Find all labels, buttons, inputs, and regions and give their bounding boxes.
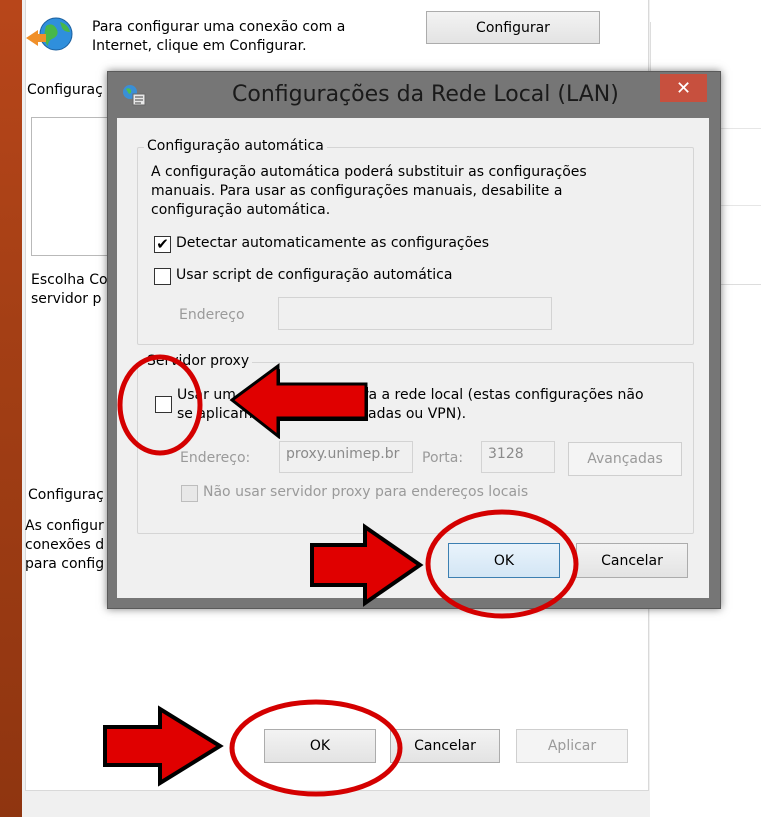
lan-section-label: Configuraç	[28, 487, 104, 503]
auto-config-group-label: Configuração automática	[144, 138, 327, 154]
dialog-ok-button[interactable]: OK	[448, 543, 560, 578]
auto-config-description: manuais. Para usar as configurações manu…	[151, 183, 563, 199]
detect-settings-label: Detectar automaticamente as configuraçõe…	[176, 235, 490, 251]
use-proxy-checkbox[interactable]	[155, 396, 172, 413]
dialog-body: Configuração automática A configuração a…	[117, 118, 709, 598]
choose-text: servidor p	[31, 291, 102, 307]
dialog-title: Configurações da Rede Local (LAN)	[232, 82, 619, 107]
intro-text: Internet, clique em Configurar.	[92, 38, 307, 54]
auto-config-script-checkbox[interactable]	[154, 268, 171, 285]
close-button[interactable]: ✕	[660, 74, 707, 102]
proxy-address-input: proxy.unimep.br	[279, 441, 413, 473]
dialog-titlebar[interactable]: Configurações da Rede Local (LAN) ✕	[108, 72, 720, 118]
bypass-local-label: Não usar servidor proxy para endereços l…	[203, 484, 529, 500]
ok-button[interactable]: OK	[264, 729, 376, 763]
detect-settings-checkbox[interactable]: ✔	[154, 236, 171, 253]
lan-text: As configur	[25, 518, 104, 534]
lan-settings-dialog: Configurações da Rede Local (LAN) ✕ Conf…	[107, 71, 721, 609]
cancel-button[interactable]: Cancelar	[390, 729, 500, 763]
bypass-local-checkbox	[181, 485, 198, 502]
proxy-address-label: Endereço:	[180, 450, 251, 466]
script-address-label: Endereço	[179, 307, 245, 323]
port-label: Porta:	[422, 450, 464, 466]
advanced-button: Avançadas	[568, 442, 682, 476]
use-proxy-label: Usar um servidor proxy para a rede local…	[177, 387, 644, 403]
proxy-server-group-label: Servidor proxy	[144, 353, 253, 369]
dialup-section-label: Configuraç	[27, 82, 103, 98]
apply-button: Aplicar	[516, 729, 628, 763]
lan-text: conexões d	[25, 537, 105, 553]
port-input: 3128	[481, 441, 555, 473]
script-address-input	[278, 297, 552, 330]
use-proxy-label: se aplicam a conexões discadas ou VPN).	[177, 406, 467, 422]
choose-text: Escolha Co	[31, 272, 108, 288]
auto-config-description: configuração automática.	[151, 202, 331, 218]
checkmark-icon: ✔	[156, 235, 169, 253]
lan-settings-icon	[123, 85, 146, 106]
auto-config-description: A configuração automática poderá substit…	[151, 164, 587, 180]
intro-text: Para configurar uma conexão com a	[92, 19, 346, 35]
dialog-cancel-button[interactable]: Cancelar	[576, 543, 688, 578]
close-icon: ✕	[675, 77, 692, 99]
auto-config-script-label: Usar script de configuração automática	[176, 267, 453, 283]
lan-text: para config	[25, 556, 105, 572]
configure-button[interactable]: Configurar	[426, 11, 600, 44]
